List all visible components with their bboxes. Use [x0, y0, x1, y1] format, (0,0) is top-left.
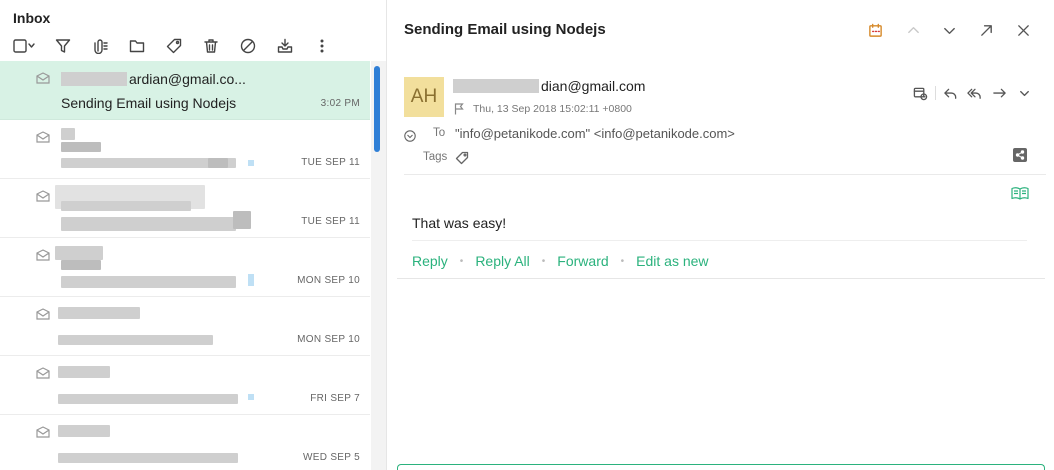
redacted-block — [55, 246, 103, 260]
message-date: MON SEP 10 — [297, 334, 360, 345]
message-date: 3:02 PM — [320, 98, 360, 109]
message-row[interactable]: TUE SEP 11 — [0, 179, 370, 238]
message-subject-title: Sending Email using Nodejs — [404, 21, 606, 38]
redacted-block — [233, 211, 251, 229]
envelope-icon — [36, 307, 50, 320]
dot-separator: • — [541, 255, 546, 267]
message-row[interactable]: WED SEP 5 — [0, 415, 370, 470]
header-divider — [404, 174, 1046, 175]
more-icon[interactable] — [312, 36, 332, 56]
message-viewer-pane: Sending Email using Nodejs AH dian@gmail… — [386, 0, 1054, 470]
quick-reply-box[interactable] — [397, 464, 1045, 470]
schedule-icon[interactable] — [911, 84, 929, 102]
message-date: MON SEP 10 — [297, 275, 360, 286]
envelope-icon — [36, 71, 50, 84]
quick-actions: Reply • Reply All • Forward • Edit as ne… — [412, 253, 709, 269]
open-in-window-icon[interactable] — [976, 20, 996, 40]
filter-icon[interactable] — [53, 36, 73, 56]
message-row[interactable]: MON SEP 10 — [0, 238, 370, 297]
message-sender: ardian@gmail.co... — [61, 71, 246, 87]
redacted-block — [61, 72, 127, 86]
recipient-address[interactable]: "info@petanikode.com" <info@petanikode.c… — [455, 126, 735, 141]
flag-icon[interactable] — [454, 102, 464, 115]
redacted-block — [58, 366, 110, 378]
message-row[interactable]: ardian@gmail.co... Sending Email using N… — [0, 61, 370, 120]
message-date: WED SEP 5 — [303, 452, 360, 463]
reply-all-icon[interactable] — [965, 84, 983, 102]
close-icon[interactable] — [1013, 20, 1033, 40]
envelope-icon — [36, 189, 50, 202]
archive-icon[interactable] — [275, 36, 295, 56]
message-date: TUE SEP 11 — [301, 216, 360, 227]
tag-icon[interactable] — [164, 36, 184, 56]
message-date: FRI SEP 7 — [310, 393, 360, 404]
dot-separator: • — [620, 255, 625, 267]
message-datetime: Thu, 13 Sep 2018 15:02:11 +0800 — [473, 103, 632, 115]
reply-icon[interactable] — [941, 84, 959, 102]
delete-icon[interactable] — [201, 36, 221, 56]
redacted-block — [58, 425, 110, 437]
chevron-down-icon[interactable] — [939, 20, 959, 40]
message-list-pane: Inbox ardian@gmail.co... Sending Email u… — [0, 0, 386, 470]
redacted-block — [61, 201, 191, 211]
redacted-block — [61, 142, 101, 152]
to-label: To — [433, 127, 446, 139]
reading-mode-icon[interactable] — [1011, 186, 1029, 201]
forward-icon[interactable] — [990, 84, 1008, 102]
message-row[interactable]: TUE SEP 11 — [0, 120, 370, 179]
redacted-block — [453, 79, 539, 93]
avatar: AH — [404, 77, 444, 117]
scrollbar-thumb[interactable] — [374, 66, 380, 152]
separator — [935, 86, 936, 100]
redacted-block — [61, 217, 236, 231]
dot-separator: • — [459, 255, 464, 267]
redacted-block — [58, 335, 213, 345]
message-row[interactable]: MON SEP 10 — [0, 297, 370, 356]
message-subject: Sending Email using Nodejs — [61, 95, 237, 111]
chevron-up-icon[interactable] — [903, 20, 923, 40]
reply-link[interactable]: Reply — [412, 253, 448, 269]
move-to-folder-icon[interactable] — [127, 36, 147, 56]
message-body: That was easy! — [412, 215, 507, 231]
tags-label: Tags — [423, 151, 448, 163]
redacted-block — [58, 394, 238, 404]
actions-divider — [397, 278, 1045, 279]
block-icon[interactable] — [238, 36, 258, 56]
list-toolbar — [12, 36, 349, 56]
redacted-block — [58, 453, 238, 463]
folder-title: Inbox — [13, 10, 51, 26]
expand-recipients-icon[interactable] — [404, 129, 416, 142]
edit-as-new-link[interactable]: Edit as new — [636, 253, 708, 269]
redacted-block — [208, 158, 228, 168]
envelope-icon — [36, 248, 50, 261]
redacted-block — [61, 128, 75, 140]
envelope-icon — [36, 130, 50, 143]
body-divider — [412, 240, 1027, 241]
calendar-event-icon[interactable] — [865, 20, 885, 40]
forward-link[interactable]: Forward — [557, 253, 608, 269]
share-icon[interactable] — [1013, 148, 1027, 162]
select-all-checkbox-icon[interactable] — [12, 36, 36, 56]
message-list: ardian@gmail.co... Sending Email using N… — [0, 61, 370, 470]
more-actions-chevron-icon[interactable] — [1015, 84, 1033, 102]
label-dot — [248, 274, 254, 286]
label-dot — [248, 394, 254, 400]
message-date: TUE SEP 11 — [301, 157, 360, 168]
envelope-icon — [36, 425, 50, 438]
attachments-icon[interactable] — [90, 36, 110, 56]
label-dot — [248, 160, 254, 166]
envelope-icon — [36, 366, 50, 379]
redacted-block — [61, 260, 101, 270]
redacted-block — [61, 276, 236, 288]
sender-address: dian@gmail.com — [453, 78, 645, 94]
message-row[interactable]: FRI SEP 7 — [0, 356, 370, 415]
redacted-block — [58, 307, 140, 319]
tag-icon[interactable] — [455, 151, 469, 165]
reply-all-link[interactable]: Reply All — [475, 253, 529, 269]
